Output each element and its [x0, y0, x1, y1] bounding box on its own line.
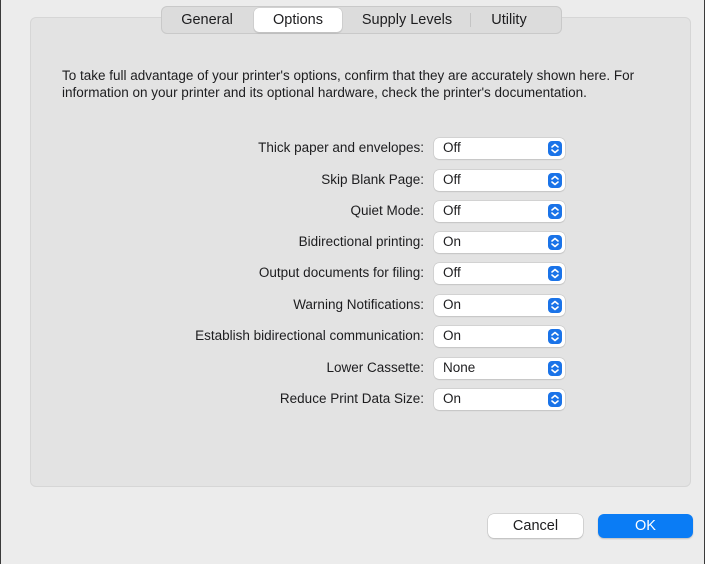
warning-notifications-popup[interactable]: On: [434, 295, 565, 316]
popup-value: None: [443, 360, 476, 375]
bidirectional-printing-popup[interactable]: On: [434, 232, 565, 253]
option-row-warning-notifications: Warning Notifications: On: [1, 295, 706, 317]
up-down-chevron-icon: [548, 235, 562, 250]
option-label: Warning Notifications:: [293, 297, 424, 312]
options-description: To take full advantage of your printer's…: [62, 68, 635, 100]
tab-bar: General Options Supply Levels Utility: [161, 6, 562, 34]
tab-general[interactable]: General: [162, 8, 252, 32]
popup-value: Off: [443, 265, 461, 280]
tab-options[interactable]: Options: [254, 8, 342, 32]
option-label: Skip Blank Page:: [321, 172, 424, 187]
option-label: Lower Cassette:: [326, 360, 424, 375]
up-down-chevron-icon: [548, 361, 562, 376]
popup-value: Off: [443, 172, 461, 187]
option-row-output-for-filing: Output documents for filing: Off: [1, 263, 706, 285]
up-down-chevron-icon: [548, 173, 562, 188]
tab-supply-levels[interactable]: Supply Levels: [344, 8, 470, 32]
option-label: Reduce Print Data Size:: [279, 391, 424, 406]
option-label: Establish bidirectional communication:: [195, 328, 424, 343]
option-label: Thick paper and envelopes:: [258, 140, 424, 155]
up-down-chevron-icon: [548, 392, 562, 407]
option-label: Quiet Mode:: [350, 203, 424, 218]
skip-blank-page-popup[interactable]: Off: [434, 170, 565, 191]
option-row-skip-blank-page: Skip Blank Page: Off: [1, 170, 706, 192]
cancel-button[interactable]: Cancel: [488, 514, 583, 538]
popup-value: Off: [443, 203, 461, 218]
option-label: Bidirectional printing:: [298, 234, 424, 249]
popup-value: On: [443, 328, 462, 343]
lower-cassette-popup[interactable]: None: [434, 358, 565, 379]
quiet-mode-popup[interactable]: Off: [434, 201, 565, 222]
up-down-chevron-icon: [548, 329, 562, 344]
tab-utility[interactable]: Utility: [470, 8, 548, 32]
ok-button[interactable]: OK: [598, 514, 693, 538]
option-row-bidirectional-communication: Establish bidirectional communication: O…: [1, 326, 706, 348]
bidirectional-communication-popup[interactable]: On: [434, 326, 565, 347]
option-row-quiet-mode: Quiet Mode: Off: [1, 201, 706, 223]
up-down-chevron-icon: [548, 204, 562, 219]
printer-options-dialog: General Options Supply Levels Utility To…: [0, 0, 705, 564]
option-label: Output documents for filing:: [258, 265, 424, 280]
popup-value: On: [443, 234, 462, 249]
popup-value: On: [443, 391, 462, 406]
output-for-filing-popup[interactable]: Off: [434, 263, 565, 284]
option-row-lower-cassette: Lower Cassette: None: [1, 358, 706, 380]
reduce-print-data-size-popup[interactable]: On: [434, 389, 565, 410]
option-row-thick-paper: Thick paper and envelopes: Off: [1, 138, 706, 160]
up-down-chevron-icon: [548, 141, 562, 156]
up-down-chevron-icon: [548, 298, 562, 313]
popup-value: Off: [443, 140, 461, 155]
thick-paper-popup[interactable]: Off: [434, 138, 565, 159]
option-row-bidirectional-printing: Bidirectional printing: On: [1, 232, 706, 254]
up-down-chevron-icon: [548, 266, 562, 281]
popup-value: On: [443, 297, 462, 312]
option-row-reduce-print-data-size: Reduce Print Data Size: On: [1, 389, 706, 411]
